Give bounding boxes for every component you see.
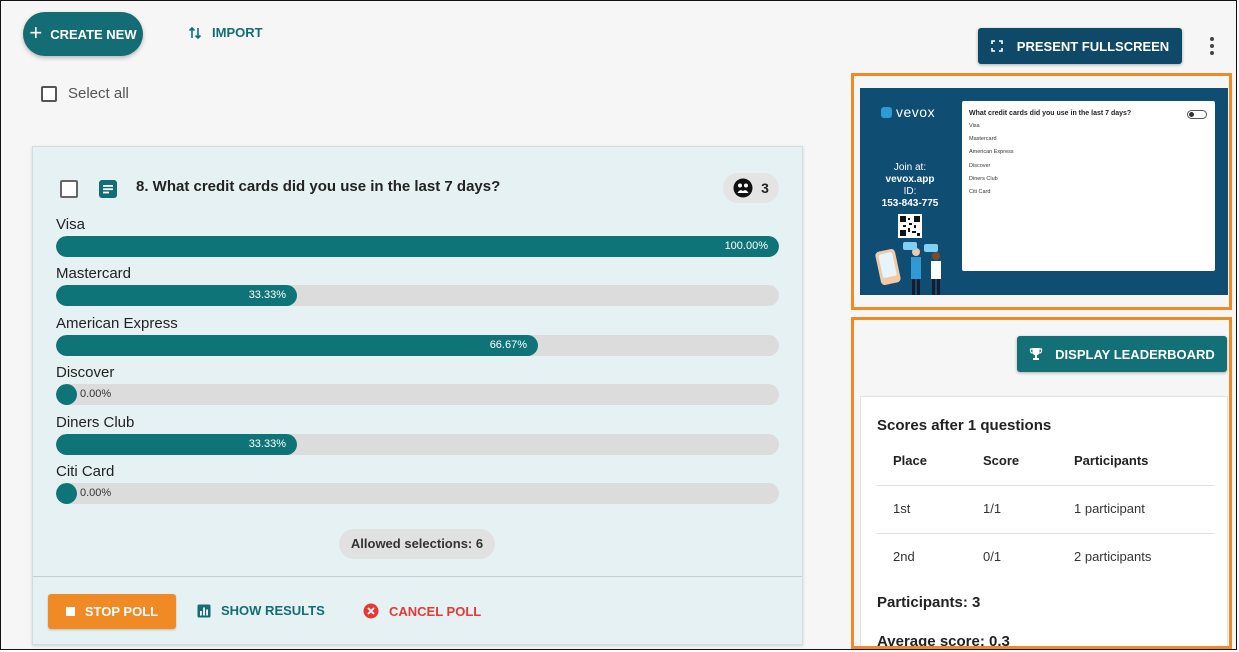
logo-text: vevox: [896, 104, 936, 120]
option-row: Mastercard 33.33%: [56, 265, 779, 306]
id-label: ID:: [903, 186, 917, 197]
option-row: American Express 66.67%: [56, 315, 779, 356]
option-bar: 66.67%: [56, 335, 779, 356]
option-percent: 33.33%: [248, 289, 286, 301]
more-options-icon[interactable]: [1207, 37, 1217, 55]
option-label: Visa: [56, 216, 85, 233]
option-label: Mastercard: [56, 265, 132, 282]
preview-option: Citi Card: [969, 189, 991, 195]
present-fullscreen-label: PRESENT FULLSCREEN: [1016, 38, 1170, 54]
option-bar: 33.33%: [56, 285, 779, 306]
option-label: Diners Club: [56, 414, 135, 431]
option-label: American Express: [56, 315, 178, 332]
response-count: 3: [761, 180, 769, 196]
option-row: Discover 0.00%: [56, 364, 779, 405]
bar-chart-icon: [197, 604, 211, 617]
poll-question-card: 8. What credit cards did you use in the …: [32, 146, 803, 645]
display-leaderboard-label: DISPLAY LEADERBOARD: [1055, 346, 1215, 362]
cancel-poll-button[interactable]: CANCEL POLL: [363, 603, 481, 619]
text-question-icon: [99, 180, 117, 198]
show-results-label: SHOW RESULTS: [221, 603, 325, 618]
participants-icon: [733, 178, 753, 198]
poll-actions: STOP POLL SHOW RESULTS CANCEL POLL: [33, 576, 802, 645]
trophy-icon: [1030, 348, 1043, 360]
illustration-image: [875, 242, 941, 295]
present-fullscreen-button[interactable]: PRESENT FULLSCREEN: [978, 28, 1182, 64]
cancel-poll-label: CANCEL POLL: [389, 603, 482, 619]
option-bar: 0.00%: [56, 483, 779, 504]
option-label: Citi Card: [56, 463, 115, 480]
preview-option: Visa: [969, 123, 980, 129]
option-bar-fill: [56, 384, 77, 405]
fullscreen-icon: [990, 40, 1003, 52]
select-all-label: Select all: [68, 85, 129, 102]
option-percent: 0.00%: [80, 388, 112, 400]
join-url: vevox.app: [885, 174, 935, 185]
toggle-icon: [1187, 110, 1207, 119]
option-row: Citi Card 0.00%: [56, 463, 779, 504]
preview-option: Discover: [969, 163, 991, 169]
create-new-button[interactable]: + CREATE NEW: [23, 12, 143, 56]
stop-icon: [65, 607, 75, 616]
option-bar-fill: [56, 483, 77, 504]
vevox-logo: vevox: [881, 104, 935, 120]
app-frame: + CREATE NEW IMPORT Select all 8. What c…: [0, 0, 1237, 650]
option-bar: 33.33%: [56, 434, 779, 455]
create-new-label: CREATE NEW: [50, 26, 137, 42]
import-label: IMPORT: [212, 25, 263, 40]
preview-option: Mastercard: [969, 136, 997, 142]
presentation-preview[interactable]: vevox Join at: vevox.app ID: 153-843-775…: [860, 88, 1228, 295]
select-all[interactable]: Select all: [41, 85, 129, 102]
option-bar: 100.00%: [56, 236, 779, 257]
session-id: 153-843-775: [881, 198, 939, 209]
import-button[interactable]: IMPORT: [188, 25, 263, 40]
option-percent: 33.33%: [248, 438, 286, 450]
option-percent: 0.00%: [80, 487, 112, 499]
option-row: Visa 100.00%: [56, 216, 779, 257]
option-row: Diners Club 33.33%: [56, 414, 779, 455]
question-checkbox[interactable]: [60, 180, 78, 198]
show-results-button[interactable]: SHOW RESULTS: [197, 603, 325, 618]
select-all-checkbox[interactable]: [41, 85, 57, 102]
option-label: Discover: [56, 364, 115, 381]
option-bar-fill: [56, 335, 538, 356]
option-percent: 66.67%: [489, 339, 527, 351]
swap-vertical-icon: [188, 26, 202, 39]
response-count-badge: 3: [723, 173, 779, 203]
option-percent: 100.00%: [724, 240, 768, 252]
preview-question-card: What credit cards did you use in the las…: [962, 101, 1215, 271]
option-bar: 0.00%: [56, 384, 779, 405]
allowed-selections-badge: Allowed selections: 6: [339, 529, 495, 559]
stop-poll-button[interactable]: STOP POLL: [48, 594, 176, 629]
option-bar-fill: [56, 236, 779, 257]
plus-icon: +: [29, 20, 43, 45]
question-title: 8. What credit cards did you use in the …: [136, 178, 501, 195]
qr-code-icon: [898, 214, 922, 238]
preview-option: American Express: [969, 149, 1014, 155]
stop-poll-label: STOP POLL: [84, 604, 159, 619]
cancel-icon: [363, 603, 379, 619]
display-leaderboard-button[interactable]: DISPLAY LEADERBOARD: [1017, 336, 1227, 372]
preview-question: What credit cards did you use in the las…: [969, 110, 1132, 117]
join-label: Join at:: [893, 162, 927, 173]
logo-mark-icon: [881, 106, 892, 118]
join-info: Join at: vevox.app ID: 153-843-775: [870, 162, 950, 210]
preview-option: Diners Club: [969, 176, 998, 182]
